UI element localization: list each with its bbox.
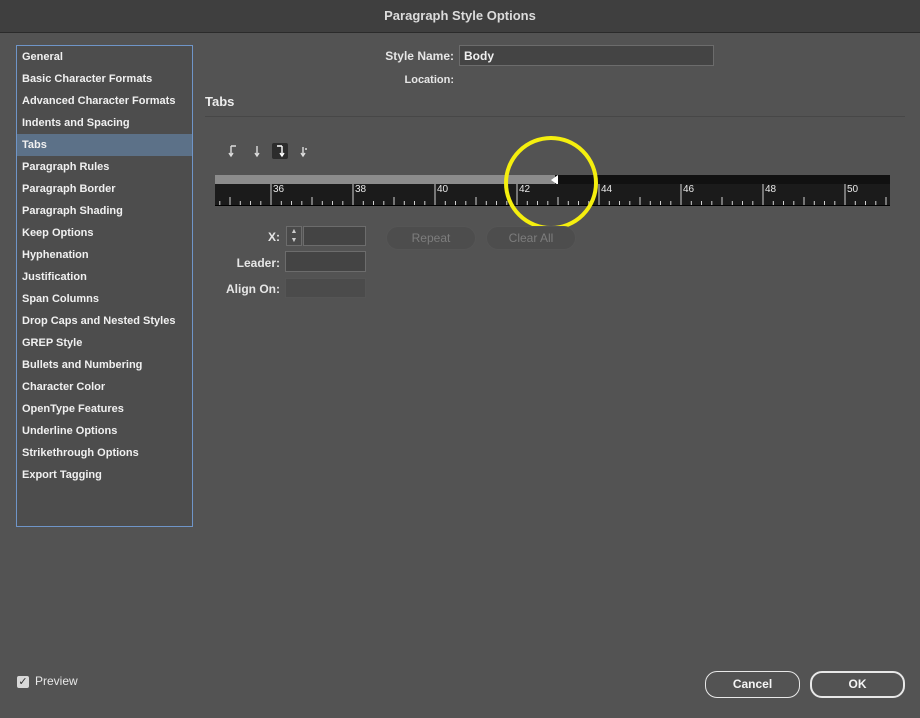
sidebar-item-indents-and-spacing[interactable]: Indents and Spacing bbox=[17, 112, 192, 134]
ruler-label-48: 48 bbox=[765, 184, 777, 195]
center-justified-tab-icon[interactable] bbox=[249, 143, 265, 159]
ok-button[interactable]: OK bbox=[810, 671, 905, 698]
style-name-input[interactable] bbox=[459, 45, 714, 66]
section-divider bbox=[205, 116, 905, 117]
checkmark-icon: ✓ bbox=[17, 675, 29, 688]
tab-ruler-indent-area bbox=[215, 175, 555, 184]
leader-label: Leader: bbox=[236, 256, 280, 270]
sidebar-item-strikethrough-options[interactable]: Strikethrough Options bbox=[17, 442, 192, 464]
ruler-label-38: 38 bbox=[355, 184, 367, 195]
sidebar-item-drop-caps-and-nested-styles[interactable]: Drop Caps and Nested Styles bbox=[17, 310, 192, 332]
x-label: X: bbox=[268, 230, 280, 244]
sidebar-item-basic-character-formats[interactable]: Basic Character Formats bbox=[17, 68, 192, 90]
right-justified-tab-icon[interactable] bbox=[272, 143, 288, 159]
sidebar-item-general[interactable]: General bbox=[17, 46, 192, 68]
tab-ruler[interactable]: 36 38 40 42 44 46 48 50 bbox=[215, 184, 890, 206]
sidebar-item-underline-options[interactable]: Underline Options bbox=[17, 420, 192, 442]
sidebar-item-justification[interactable]: Justification bbox=[17, 266, 192, 288]
repeat-button[interactable]: Repeat bbox=[386, 226, 476, 250]
sidebar-item-span-columns[interactable]: Span Columns bbox=[17, 288, 192, 310]
ruler-label-36: 36 bbox=[273, 184, 285, 195]
ruler-label-44: 44 bbox=[601, 184, 613, 195]
section-title: Tabs bbox=[205, 94, 235, 109]
ruler-label-40: 40 bbox=[437, 184, 449, 195]
sidebar-item-export-tagging[interactable]: Export Tagging bbox=[17, 464, 192, 486]
sidebar-item-character-color[interactable]: Character Color bbox=[17, 376, 192, 398]
sidebar-item-hyphenation[interactable]: Hyphenation bbox=[17, 244, 192, 266]
x-stepper[interactable]: ▲ ▼ bbox=[286, 226, 302, 246]
ruler-label-50: 50 bbox=[847, 184, 859, 195]
leader-input[interactable] bbox=[285, 251, 366, 272]
sidebar: General Basic Character Formats Advanced… bbox=[16, 45, 193, 527]
window-title: Paragraph Style Options bbox=[0, 0, 920, 33]
sidebar-item-opentype-features[interactable]: OpenType Features bbox=[17, 398, 192, 420]
background-edge bbox=[0, 96, 5, 110]
sidebar-item-bullets-and-numbering[interactable]: Bullets and Numbering bbox=[17, 354, 192, 376]
align-on-input[interactable] bbox=[285, 278, 366, 298]
clear-all-button[interactable]: Clear All bbox=[486, 226, 576, 250]
style-name-label: Style Name: bbox=[385, 49, 454, 63]
sidebar-item-paragraph-border[interactable]: Paragraph Border bbox=[17, 178, 192, 200]
align-to-decimal-tab-icon[interactable] bbox=[295, 143, 311, 159]
cancel-button[interactable]: Cancel bbox=[705, 671, 800, 698]
preview-label: Preview bbox=[35, 674, 78, 688]
sidebar-item-paragraph-rules[interactable]: Paragraph Rules bbox=[17, 156, 192, 178]
left-justified-tab-icon[interactable] bbox=[226, 143, 242, 159]
ruler-ticks bbox=[219, 184, 887, 205]
align-on-label: Align On: bbox=[226, 282, 280, 296]
sidebar-item-paragraph-shading[interactable]: Paragraph Shading bbox=[17, 200, 192, 222]
sidebar-item-advanced-character-formats[interactable]: Advanced Character Formats bbox=[17, 90, 192, 112]
sidebar-item-tabs[interactable]: Tabs bbox=[17, 134, 192, 156]
location-label: Location: bbox=[404, 74, 455, 86]
ruler-label-46: 46 bbox=[683, 184, 695, 195]
sidebar-item-grep-style[interactable]: GREP Style bbox=[17, 332, 192, 354]
x-position-input[interactable] bbox=[303, 226, 366, 246]
sidebar-item-keep-options[interactable]: Keep Options bbox=[17, 222, 192, 244]
ruler-label-42: 42 bbox=[519, 184, 531, 195]
preview-checkbox[interactable]: ✓ Preview bbox=[17, 674, 78, 688]
